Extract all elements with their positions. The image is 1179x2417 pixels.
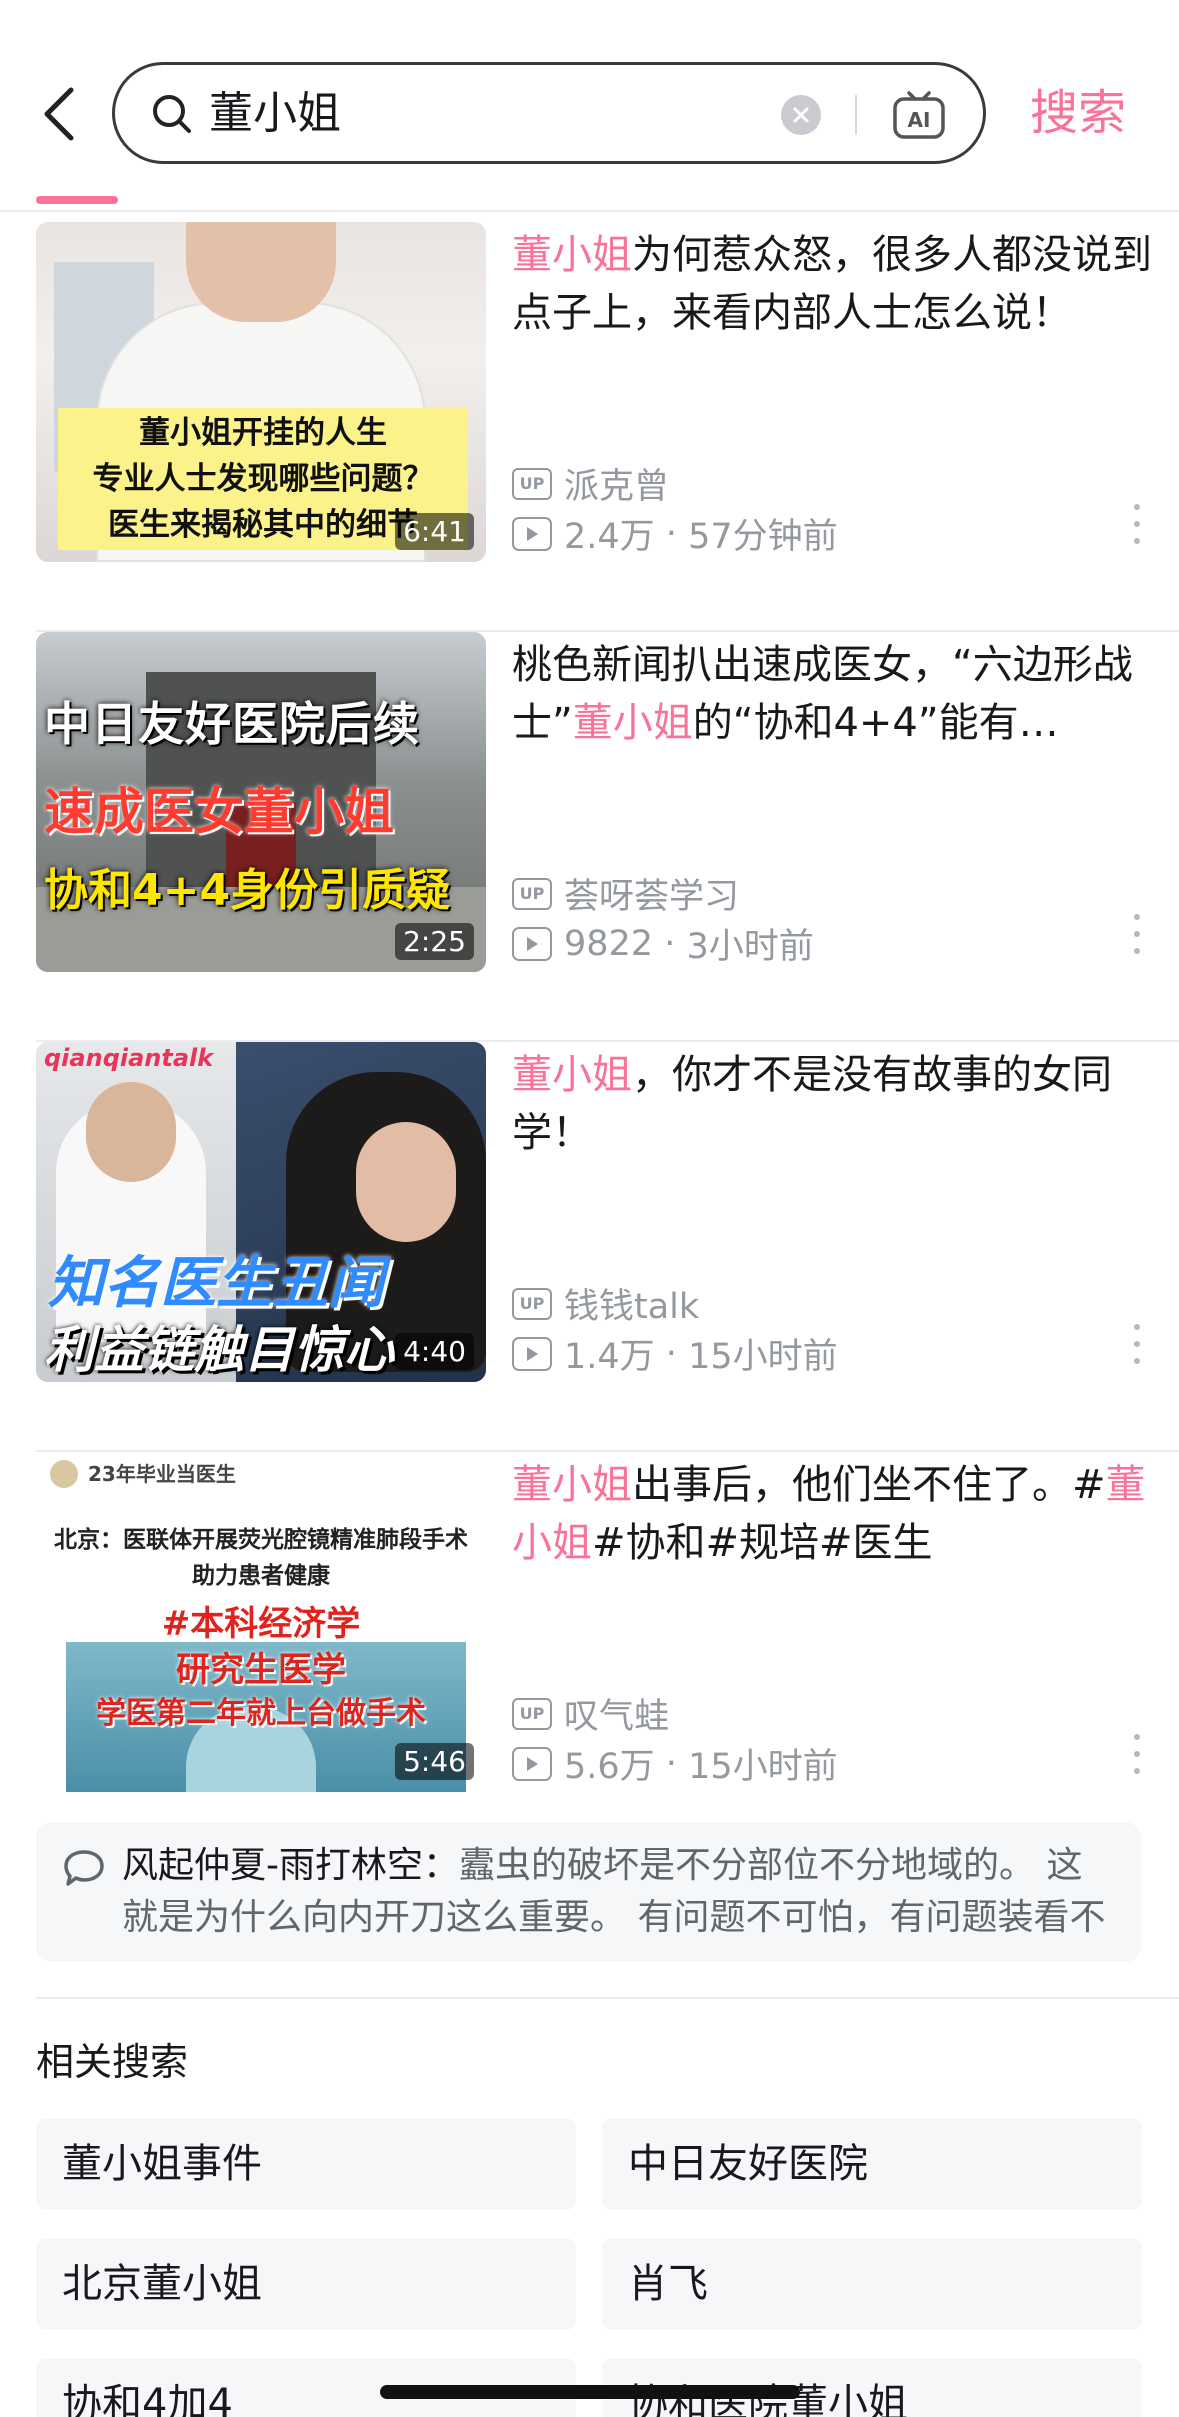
- thumbnail-caption: 中日友好医院后续: [44, 697, 420, 751]
- play-count-icon: [512, 1336, 552, 1371]
- publish-time: 3小时前: [686, 927, 814, 967]
- uploader-row[interactable]: UP 派克曾: [512, 458, 669, 509]
- view-count: 1.4万: [564, 1337, 655, 1377]
- tab-indicator: [36, 196, 118, 204]
- uploader-name: 荟呀荟学习: [564, 877, 740, 917]
- related-search-item[interactable]: 董小姐事件: [36, 2118, 576, 2210]
- thumbnail-author: 23年毕业当医生: [88, 1462, 236, 1486]
- related-search-title: 相关搜索: [36, 2040, 189, 2084]
- view-count: 5.6万: [564, 1747, 655, 1787]
- more-options-icon[interactable]: [1131, 504, 1143, 544]
- video-duration: 4:40: [395, 1333, 474, 1370]
- video-card[interactable]: 中日友好医院后续 速成医女董小姐 协和4+4身份引质疑 2:25 桃色新闻扒出速…: [36, 632, 1179, 1042]
- thumbnail-caption: 知名医生丑闻: [48, 1251, 384, 1316]
- thumbnail-caption: 协和4+4身份引质疑: [44, 865, 451, 916]
- up-badge-icon: UP: [512, 877, 552, 910]
- related-search-item[interactable]: 中日友好医院: [602, 2118, 1142, 2210]
- related-search-item[interactable]: 北京董小姐: [36, 2238, 576, 2330]
- featured-comment[interactable]: 风起仲夏-雨打林空：蠹虫的破坏是不分部位不分地域的。 这就是为什么向内开刀这么重…: [36, 1822, 1141, 1962]
- video-duration: 5:46: [395, 1743, 474, 1780]
- uploader-name: 钱钱talk: [564, 1287, 700, 1327]
- video-thumbnail[interactable]: 董小姐开挂的人生 专业人士发现哪些问题？ 医生来揭秘其中的细节 6:41: [36, 222, 486, 562]
- back-button[interactable]: [28, 80, 88, 148]
- search-icon: [153, 95, 191, 133]
- video-thumbnail[interactable]: 中日友好医院后续 速成医女董小姐 协和4+4身份引质疑 2:25: [36, 632, 486, 972]
- search-input-box[interactable]: 董小姐 AI: [112, 62, 986, 164]
- video-thumbnail[interactable]: 23年毕业当医生 北京：医联体开展荧光腔镜精准肺段手术 助力患者健康 #本科经济…: [36, 1452, 486, 1792]
- more-options-icon[interactable]: [1131, 1734, 1143, 1774]
- video-title[interactable]: 董小姐出事后，他们坐不住了。#董小姐#协和#规培#医生: [512, 1456, 1172, 1572]
- thumbnail-caption: 学医第二年就上台做手术: [96, 1696, 426, 1731]
- publish-time: 15小时前: [688, 1747, 838, 1787]
- uploader-name: 派克曾: [564, 467, 670, 507]
- comment-author: 风起仲夏-雨打林空：: [122, 1845, 459, 1886]
- view-count: 9822: [564, 923, 654, 964]
- home-indicator[interactable]: [380, 2385, 800, 2399]
- video-stats: 5.6万 · 15小时前: [512, 1738, 838, 1789]
- up-badge-icon: UP: [512, 467, 552, 500]
- thumbnail-watermark: qianqiantalk: [44, 1044, 214, 1072]
- thumbnail-caption: 研究生医学: [176, 1650, 346, 1690]
- video-stats: 2.4万 · 57分钟前: [512, 508, 838, 559]
- thumbnail-news: 北京：医联体开展荧光腔镜精准肺段手术 助力患者健康: [54, 1527, 468, 1589]
- video-duration: 2:25: [395, 923, 474, 960]
- video-duration: 6:41: [395, 513, 474, 550]
- video-card[interactable]: 23年毕业当医生 北京：医联体开展荧光腔镜精准肺段手术 助力患者健康 #本科经济…: [36, 1452, 1179, 1862]
- publish-time: 57分钟前: [688, 517, 838, 557]
- search-header: 董小姐 AI 搜索: [0, 0, 1179, 212]
- ai-tv-icon: AI: [893, 91, 945, 139]
- input-divider: [855, 95, 857, 135]
- uploader-row[interactable]: UP 钱钱talk: [512, 1278, 699, 1329]
- uploader-name: 叹气蛙: [564, 1697, 670, 1737]
- up-badge-icon: UP: [512, 1697, 552, 1730]
- back-arrow-icon: [44, 87, 74, 141]
- search-input[interactable]: 董小姐: [209, 83, 341, 145]
- thumbnail-caption: #本科经济学: [161, 1604, 361, 1644]
- thumbnail-caption: 速成医女董小姐: [44, 783, 394, 841]
- comment-bubble-icon: [64, 1850, 104, 1886]
- close-icon: [793, 107, 809, 123]
- clear-button[interactable]: [781, 95, 821, 135]
- view-count: 2.4万: [564, 517, 655, 557]
- more-options-icon[interactable]: [1131, 914, 1143, 954]
- section-divider: [36, 1997, 1179, 1999]
- uploader-row[interactable]: UP 荟呀荟学习: [512, 868, 739, 919]
- play-count-icon: [512, 926, 552, 961]
- video-card[interactable]: qianqiantalk 知名医生丑闻 利益链触目惊心 4:40 董小姐，你才不…: [36, 1042, 1179, 1452]
- related-search-item[interactable]: 肖飞: [602, 2238, 1142, 2330]
- play-count-icon: [512, 1746, 552, 1781]
- play-count-icon: [512, 516, 552, 551]
- more-options-icon[interactable]: [1131, 1324, 1143, 1364]
- ai-search-button[interactable]: AI: [891, 87, 947, 143]
- video-title[interactable]: 桃色新闻扒出速成医女，“六边形战士”董小姐的“协和4+4”能有…: [512, 636, 1172, 752]
- video-title[interactable]: 董小姐为何惹众怒，很多人都没说到点子上，来看内部人士怎么说！: [512, 226, 1172, 342]
- video-title[interactable]: 董小姐，你才不是没有故事的女同学！: [512, 1046, 1172, 1162]
- video-stats: 9822 · 3小时前: [512, 918, 814, 969]
- author-avatar: [50, 1460, 78, 1488]
- uploader-row[interactable]: UP 叹气蛙: [512, 1688, 669, 1739]
- thumbnail-caption: 利益链触目惊心: [44, 1321, 394, 1379]
- search-button[interactable]: 搜索: [1030, 80, 1126, 146]
- up-badge-icon: UP: [512, 1287, 552, 1320]
- video-card[interactable]: 董小姐开挂的人生 专业人士发现哪些问题？ 医生来揭秘其中的细节 6:41 董小姐…: [36, 222, 1179, 632]
- video-stats: 1.4万 · 15小时前: [512, 1328, 838, 1379]
- video-thumbnail[interactable]: qianqiantalk 知名医生丑闻 利益链触目惊心 4:40: [36, 1042, 486, 1382]
- svg-text:AI: AI: [908, 108, 931, 132]
- publish-time: 15小时前: [688, 1337, 838, 1377]
